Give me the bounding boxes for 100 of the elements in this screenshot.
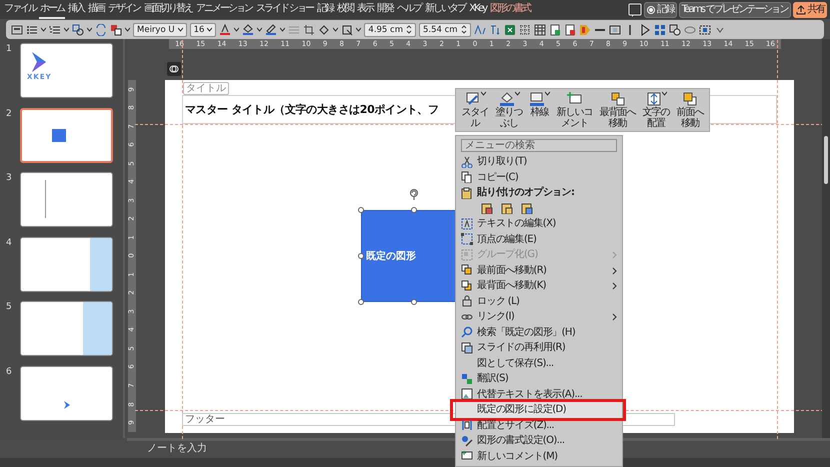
screenshot-icon[interactable] <box>608 24 621 36</box>
export-document-icon[interactable] <box>564 24 576 36</box>
mini-toolbar-button[interactable]: 新しいコメント <box>554 91 595 129</box>
paste-options-heading: 貼り付けのオプション: <box>477 185 574 200</box>
menu-item[interactable]: 代替テキストを表示(A)... <box>456 386 622 402</box>
ribbon-tab[interactable]: XKey <box>468 0 488 19</box>
font-color-icon[interactable] <box>219 24 232 36</box>
resize-handle[interactable] <box>358 299 364 305</box>
lock-icon <box>461 295 473 308</box>
menu-search-field[interactable]: メニューの検索 <box>461 139 617 152</box>
bullet-list-icon[interactable] <box>26 24 38 36</box>
chevron-logo-icon <box>64 400 70 408</box>
dropdown-caret-icon[interactable] <box>356 27 362 32</box>
share-button[interactable]: 共有 <box>792 2 827 18</box>
dropdown-caret-icon[interactable] <box>257 27 262 32</box>
mini-toolbar-button[interactable]: スタイル <box>459 91 491 129</box>
ribbon-tab[interactable]: 記録 <box>316 0 334 19</box>
menu-item[interactable]: 切り取り(T) <box>456 154 622 170</box>
font-select[interactable]: Meiryo U <box>133 22 187 36</box>
menu-item[interactable]: 図形の書式設定(O)... <box>456 433 622 448</box>
numbered-list-icon[interactable] <box>49 24 61 36</box>
side-panel <box>82 302 112 355</box>
scrollbar[interactable] <box>822 39 830 438</box>
text-effects-icon[interactable] <box>474 24 486 36</box>
ribbon-tab[interactable]: 新しいタブ <box>424 0 466 19</box>
ribbon-tab[interactable]: 校閲 <box>336 0 354 19</box>
mini-toolbar-button[interactable]: 文字の配置 <box>640 91 672 129</box>
rotate-handle-icon[interactable] <box>409 188 419 200</box>
resize-handle[interactable] <box>358 253 364 259</box>
menu-item[interactable]: 検索「既定の図形」(H) <box>456 324 622 340</box>
comment-icon[interactable] <box>628 2 642 16</box>
ribbon-tab[interactable]: スライド ショー <box>255 0 314 19</box>
menu-item[interactable]: 新しいコメント(M) <box>456 448 622 464</box>
ribbon-tab[interactable]: ヘルプ <box>396 0 422 19</box>
outline-icon <box>529 91 545 107</box>
shape-outline-icon[interactable] <box>668 24 681 36</box>
group-icon[interactable] <box>698 24 711 36</box>
grid-icon[interactable] <box>518 24 531 36</box>
layout-icon[interactable] <box>11 24 23 36</box>
ribbon-tab[interactable]: 開発 <box>376 0 394 19</box>
edit-points-icon <box>461 233 473 246</box>
ribbon-tab[interactable]: デザイン <box>107 0 141 19</box>
mini-toolbar-button[interactable]: 前面へ移動 <box>674 91 706 129</box>
dropdown-caret-icon[interactable] <box>41 27 46 32</box>
menu-item[interactable]: スライドの再利用(R) <box>456 340 622 356</box>
menu-item[interactable]: 翻訳(S) <box>456 371 622 386</box>
present-button[interactable]: Teams でプレゼンテーション <box>678 2 791 18</box>
resize-handle[interactable] <box>358 207 364 213</box>
mini-toolbar-button[interactable]: 枠線 <box>527 91 552 129</box>
squares-icon[interactable] <box>654 24 666 36</box>
replace-icon[interactable] <box>95 24 107 36</box>
outline-color-icon[interactable] <box>265 24 278 36</box>
ribbon-tab[interactable]: 挿入 <box>67 0 85 19</box>
table-icon[interactable] <box>534 24 546 36</box>
text-direction-icon[interactable] <box>488 24 501 36</box>
height-field[interactable]: 4.95 cm <box>364 22 416 36</box>
ribbon-tab[interactable]: 描画 <box>87 0 105 19</box>
arrange-icon[interactable] <box>110 24 122 36</box>
dropdown-caret-icon[interactable] <box>64 27 69 32</box>
dropdown-caret-icon[interactable] <box>280 27 286 32</box>
resize-handle[interactable] <box>411 207 417 213</box>
spreadsheet-icon[interactable] <box>504 24 516 36</box>
mini-toolbar-button[interactable]: 最背面へ移動 <box>597 91 638 129</box>
slide-thumbnail[interactable] <box>20 301 113 356</box>
mini-toolbar-button[interactable]: 塗りつぶし <box>493 91 525 129</box>
menu-item[interactable]: コピー(C) <box>456 170 622 185</box>
dropdown-caret-icon[interactable] <box>87 27 92 32</box>
ribbon-tab[interactable]: 表示 <box>356 0 374 19</box>
slide-thumbnail[interactable] <box>20 366 113 420</box>
font-size-select[interactable]: 16 <box>190 22 216 36</box>
comment-icon <box>461 450 473 462</box>
dropdown-caret-icon[interactable] <box>333 27 338 32</box>
menu-item[interactable]: 図として保存(S)... <box>456 356 622 371</box>
paste-brush-icon[interactable] <box>501 202 513 214</box>
slide-thumbnail[interactable] <box>20 172 113 227</box>
fill-color-icon[interactable] <box>242 24 254 36</box>
slide-thumbnail[interactable] <box>20 108 113 162</box>
paste-keep-format-icon[interactable] <box>481 202 493 214</box>
ribbon-tab[interactable]: アニメーション <box>195 0 253 19</box>
dropdown-caret-icon[interactable] <box>234 27 240 32</box>
crop-icon[interactable] <box>303 24 316 36</box>
send-to-back-icon <box>610 91 626 107</box>
slide-thumbnail[interactable] <box>20 236 113 292</box>
ribbon-tab[interactable]: ファイル <box>3 0 37 19</box>
shape-outline-icon[interactable] <box>341 24 354 36</box>
scroll-thumb[interactable] <box>824 136 828 184</box>
shapes-icon[interactable] <box>72 24 84 36</box>
designer-icon[interactable] <box>167 62 181 76</box>
play-icon[interactable] <box>638 24 651 36</box>
shape-fill-icon[interactable] <box>318 24 330 36</box>
width-field[interactable]: 5.54 cm <box>419 22 471 36</box>
menu-item[interactable]: リンク(I) <box>456 309 622 324</box>
text-box-icon <box>461 218 473 230</box>
ribbon-tab[interactable]: 図形の書式 <box>489 0 532 19</box>
paste-picture-icon[interactable] <box>521 202 533 214</box>
sheet-document-icon[interactable] <box>548 24 561 36</box>
fill-bucket-icon <box>498 91 514 107</box>
ribbon-tab[interactable]: 画面切り替え <box>143 0 193 19</box>
record-button[interactable]: 記録 <box>644 2 677 18</box>
dropdown-caret-icon[interactable] <box>125 27 130 32</box>
